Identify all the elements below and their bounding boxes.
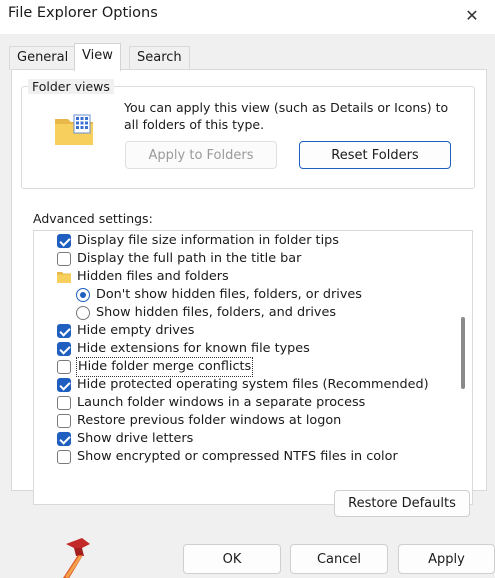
setting-row-restore-previous-folder-windows-at-logon[interactable]: Restore previous folder windows at logon <box>34 412 456 430</box>
setting-label: Hide folder merge conflicts <box>75 357 254 377</box>
hammer-logo-icon <box>63 538 90 578</box>
checkbox-checked[interactable] <box>57 432 71 446</box>
folder-icon <box>57 272 71 283</box>
advanced-settings-scrollbar[interactable] <box>454 231 472 504</box>
setting-label: Display the full path in the title bar <box>77 251 302 266</box>
apply-button[interactable]: Apply <box>398 544 495 574</box>
setting-label: Don't show hidden files, folders, or dri… <box>96 287 362 302</box>
checkbox-unchecked[interactable] <box>57 414 71 428</box>
setting-label: Show hidden files, folders, and drives <box>96 305 336 320</box>
checkbox-unchecked[interactable] <box>57 450 71 464</box>
checkbox-checked[interactable] <box>57 378 71 392</box>
setting-row-hide-empty-drives[interactable]: Hide empty drives <box>34 322 456 340</box>
apply-to-folders-button[interactable]: Apply to Folders <box>125 141 277 169</box>
folder-views-description: You can apply this view (such as Details… <box>124 100 449 132</box>
folder-views-legend: Folder views <box>28 79 114 94</box>
setting-row-hidden-files-and-folders: Hidden files and folders <box>34 268 456 286</box>
checkbox-unchecked[interactable] <box>57 360 71 374</box>
tab-search[interactable]: Search <box>129 46 190 70</box>
setting-row-show-encrypted-or-compressed-ntfs-files-[interactable]: Show encrypted or compressed NTFS files … <box>34 448 456 466</box>
setting-label: Hide protected operating system files (R… <box>77 377 429 392</box>
checkbox-checked[interactable] <box>57 342 71 356</box>
setting-label: Restore previous folder windows at logon <box>77 413 342 428</box>
radio-selected[interactable] <box>76 288 90 302</box>
setting-row-hide-folder-merge-conflicts[interactable]: Hide folder merge conflicts <box>34 357 456 377</box>
setting-label: Display file size information in folder … <box>77 233 339 248</box>
close-icon[interactable]: ✕ <box>449 0 495 30</box>
advanced-settings-label: Advanced settings: <box>33 211 153 226</box>
title-bar: File Explorer Options ✕ <box>0 0 495 34</box>
setting-label: Hide extensions for known file types <box>77 341 310 356</box>
cancel-button[interactable]: Cancel <box>290 544 388 574</box>
setting-label: Show drive letters <box>77 431 194 446</box>
setting-row-launch-folder-windows-in-a-separate-proc[interactable]: Launch folder windows in a separate proc… <box>34 394 456 412</box>
checkbox-unchecked[interactable] <box>57 252 71 266</box>
checkbox-unchecked[interactable] <box>57 396 71 410</box>
setting-label: Hide empty drives <box>77 323 195 338</box>
restore-defaults-button[interactable]: Restore Defaults <box>334 490 470 517</box>
setting-label: Show encrypted or compressed NTFS files … <box>77 449 398 464</box>
setting-row-hide-protected-operating-system-files-re[interactable]: Hide protected operating system files (R… <box>34 376 456 394</box>
checkbox-checked[interactable] <box>57 234 71 248</box>
setting-label: Launch folder windows in a separate proc… <box>77 395 366 410</box>
advanced-settings-list[interactable]: Display file size information in folder … <box>33 230 473 505</box>
tab-general[interactable]: General <box>9 46 77 70</box>
folder-views-group: Folder views You can apply this view (su… <box>21 79 475 189</box>
scrollbar-thumb[interactable] <box>461 317 465 389</box>
setting-row-display-file-size-information-in-folder-[interactable]: Display file size information in folder … <box>34 232 456 250</box>
setting-row-display-the-full-path-in-the-title-bar[interactable]: Display the full path in the title bar <box>34 250 456 268</box>
setting-row-don-t-show-hidden-files-folders-or-drive[interactable]: Don't show hidden files, folders, or dri… <box>34 286 456 304</box>
advanced-settings-items: Display file size information in folder … <box>34 231 456 504</box>
setting-label: Hidden files and folders <box>77 269 229 284</box>
window-title: File Explorer Options <box>8 5 158 21</box>
setting-row-hide-extensions-for-known-file-types[interactable]: Hide extensions for known file types <box>34 340 456 358</box>
ok-button[interactable]: OK <box>183 544 281 574</box>
checkbox-checked[interactable] <box>57 324 71 338</box>
folder-views-icon <box>55 114 93 145</box>
reset-folders-button[interactable]: Reset Folders <box>299 141 451 169</box>
tab-view[interactable]: View <box>74 43 121 71</box>
setting-row-show-drive-letters[interactable]: Show drive letters <box>34 430 456 448</box>
setting-row-show-hidden-files-folders-and-drives[interactable]: Show hidden files, folders, and drives <box>34 304 456 322</box>
dialog-body: General View Search Folder views You can… <box>0 34 495 578</box>
radio-unselected[interactable] <box>76 306 90 320</box>
